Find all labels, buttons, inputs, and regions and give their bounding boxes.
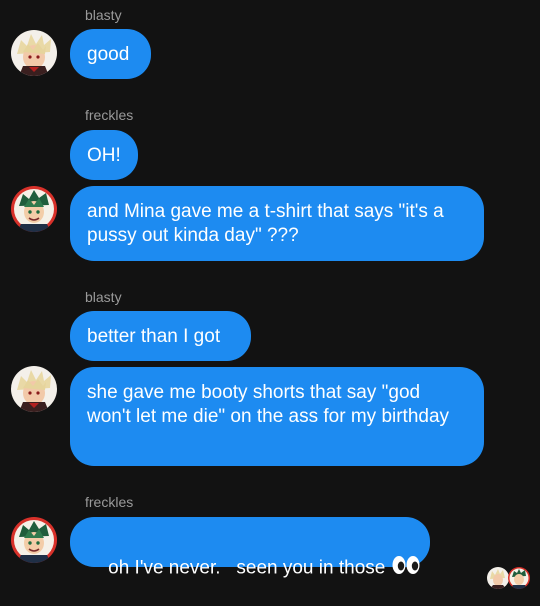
blonde-character-avatar-icon <box>11 366 57 412</box>
sender-name: blasty <box>85 289 122 305</box>
message-text: OH! <box>87 145 121 166</box>
blasty-avatar[interactable] <box>11 30 57 76</box>
sender-name: freckles <box>85 494 134 510</box>
message-bubble[interactable]: and Mina gave me a t-shirt that says "it… <box>70 186 484 261</box>
message-text: she gave me booty shorts that say "god w… <box>87 382 450 427</box>
green-haired-character-avatar-icon <box>11 186 57 232</box>
green-haired-character-avatar-icon <box>508 567 530 589</box>
blonde-character-avatar-icon <box>11 30 57 76</box>
freckles-avatar[interactable] <box>11 186 57 232</box>
blasty-avatar[interactable] <box>11 366 57 412</box>
message-bubble[interactable]: better than I got <box>70 311 251 361</box>
read-receipt-freckles <box>508 567 530 589</box>
message-text: oh I've never. seen you in those <box>108 557 386 579</box>
sender-name: freckles <box>85 107 134 123</box>
chat-thread: blasty good freckles OH! and Mina gave m… <box>0 0 540 589</box>
message-bubble[interactable]: good <box>70 29 151 79</box>
message-text: good <box>87 44 130 65</box>
message-bubble[interactable]: she gave me booty shorts that say "god w… <box>70 367 484 466</box>
blonde-character-avatar-icon <box>487 567 509 589</box>
message-bubble[interactable]: OH! <box>70 130 138 180</box>
message-text: and Mina gave me a t-shirt that says "it… <box>87 201 444 246</box>
read-receipt-blasty <box>487 567 509 589</box>
freckles-avatar[interactable] <box>11 517 57 563</box>
eyes-emoji-icon <box>391 555 421 582</box>
message-text: better than I got <box>87 326 221 347</box>
sender-name: blasty <box>85 7 122 23</box>
message-bubble[interactable]: oh I've never. seen you in those <box>70 517 430 579</box>
green-haired-character-avatar-icon <box>11 517 57 563</box>
